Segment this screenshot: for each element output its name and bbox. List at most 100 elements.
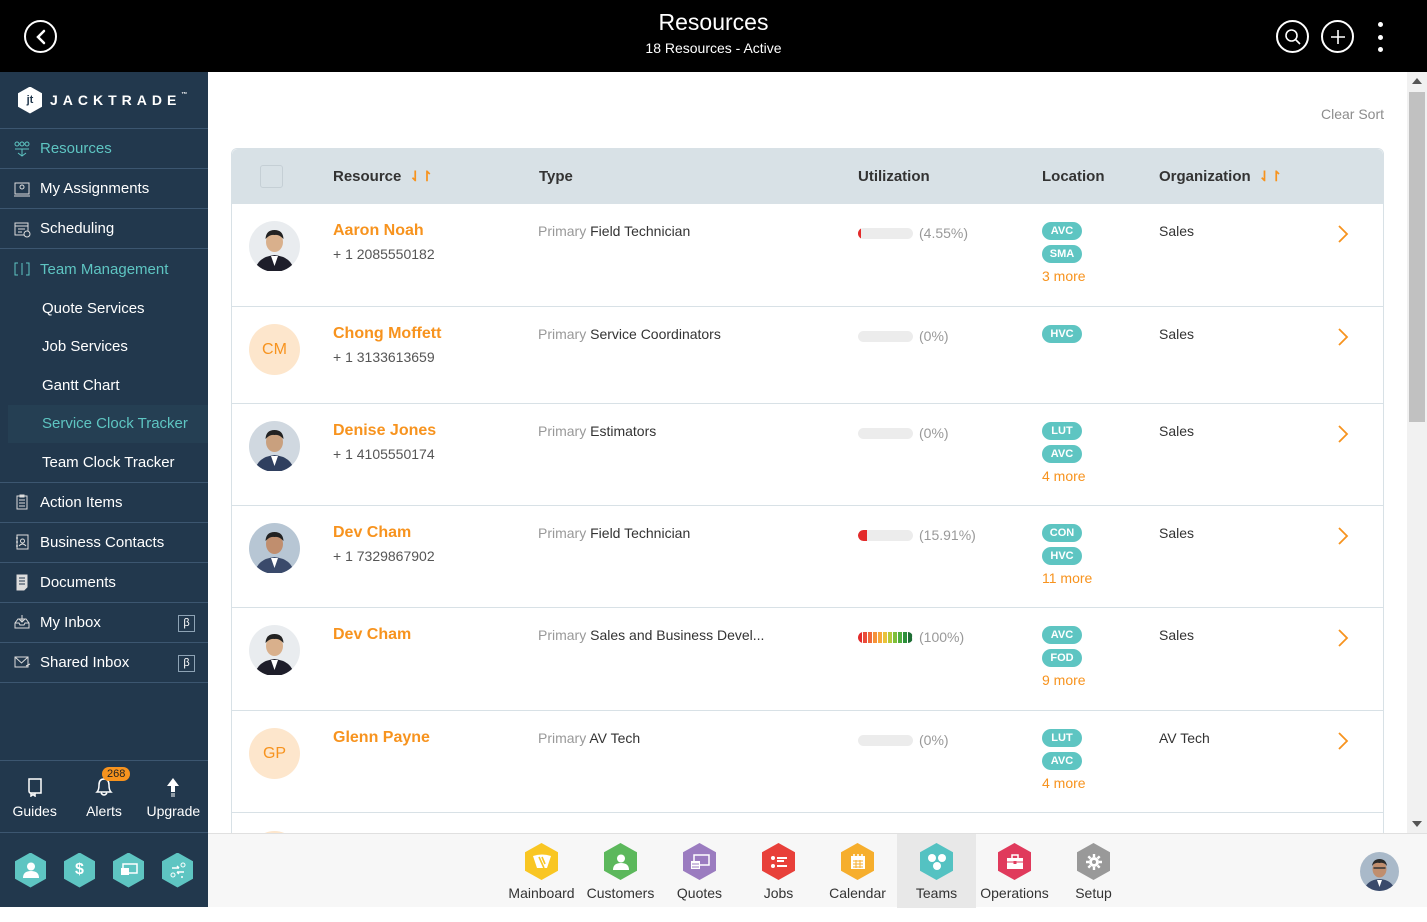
sidebar-subitem-team-clock-tracker[interactable]: Team Clock Tracker bbox=[0, 443, 208, 482]
dock-item-setup[interactable]: Setup bbox=[1054, 834, 1133, 908]
sidebar-subitem-job-services[interactable]: Job Services bbox=[0, 328, 208, 367]
operations-icon bbox=[998, 843, 1031, 880]
more-locations-link[interactable]: 4 more bbox=[1042, 468, 1086, 484]
location-list: AVC FOD 9 more bbox=[1042, 626, 1086, 688]
dock-item-operations[interactable]: Operations bbox=[975, 834, 1054, 908]
alerts-button[interactable]: 268 Alerts bbox=[74, 766, 134, 819]
sidebar-item-my-inbox[interactable]: My Inbox β bbox=[0, 603, 208, 643]
more-locations-link[interactable]: 4 more bbox=[1042, 775, 1086, 791]
table-row[interactable]: CM Chong Moffett + 1 3133613659 Primary … bbox=[232, 306, 1383, 403]
resource-name[interactable]: Aaron Noah bbox=[333, 222, 424, 240]
avatar: CM bbox=[249, 324, 300, 375]
sidebar-item-action-items[interactable]: Action Items bbox=[0, 483, 208, 523]
resource-name[interactable]: Denise Jones bbox=[333, 422, 436, 440]
sidebar-subitem-service-clock-tracker[interactable]: Service Clock Tracker bbox=[8, 404, 208, 443]
scroll-up-button[interactable] bbox=[1407, 72, 1427, 90]
sidebar-item-scheduling[interactable]: Scheduling bbox=[0, 209, 208, 249]
resource-name[interactable]: Dev Cham bbox=[333, 626, 411, 644]
table-row[interactable]: Dev Cham Primary Sales and Business Deve… bbox=[232, 607, 1383, 710]
location-pill[interactable]: LUT bbox=[1042, 729, 1082, 747]
more-locations-link[interactable]: 3 more bbox=[1042, 268, 1086, 284]
logo[interactable]: jt JACKTRADE™ bbox=[0, 72, 208, 129]
dock-item-label: Setup bbox=[1075, 885, 1112, 901]
dock-item-customers[interactable]: Customers bbox=[581, 834, 660, 908]
clear-sort-link[interactable]: Clear Sort bbox=[1321, 106, 1384, 122]
resource-phone: + 1 4105550174 bbox=[333, 446, 435, 462]
search-button[interactable] bbox=[1276, 20, 1309, 53]
row-open-button[interactable] bbox=[1337, 224, 1349, 247]
sidebar-item-business-contacts[interactable]: Business Contacts bbox=[0, 523, 208, 563]
chevron-right-icon bbox=[1338, 629, 1349, 647]
dock-item-teams[interactable]: Teams bbox=[897, 834, 976, 908]
dock-item-mainboard[interactable]: Mainboard bbox=[502, 834, 581, 908]
dock-item-label: Quotes bbox=[676, 885, 723, 901]
workflow-app-button[interactable] bbox=[162, 852, 193, 888]
table-row[interactable]: Dev Cham + 1 7329867902 Primary Field Te… bbox=[232, 505, 1383, 607]
column-header-organization[interactable]: Organization ⇃↾ bbox=[1159, 168, 1282, 185]
location-pill[interactable]: CON bbox=[1042, 524, 1082, 542]
row-open-button[interactable] bbox=[1337, 424, 1349, 447]
location-pill[interactable]: SMA bbox=[1042, 244, 1082, 263]
sidebar-subitem-quote-services[interactable]: Quote Services bbox=[0, 289, 208, 328]
scrollbar-thumb[interactable] bbox=[1409, 92, 1425, 422]
column-header-resource[interactable]: Resource ⇃↾ bbox=[333, 168, 433, 185]
more-locations-link[interactable]: 9 more bbox=[1042, 672, 1086, 688]
vertical-scrollbar[interactable] bbox=[1407, 72, 1427, 833]
resource-name[interactable]: Dev Cham bbox=[333, 524, 411, 542]
dock-item-label: Calendar bbox=[829, 885, 886, 901]
utilization-percent: (4.55%) bbox=[919, 225, 969, 241]
document-icon bbox=[13, 573, 31, 591]
arrow-up-icon bbox=[166, 775, 180, 799]
sidebar-item-documents[interactable]: Documents bbox=[0, 563, 208, 603]
user-avatar[interactable] bbox=[1360, 852, 1399, 891]
table-row[interactable]: GP Glenn Payne Primary AV Tech (0%) LUT A… bbox=[232, 710, 1383, 812]
beta-badge: β bbox=[178, 614, 195, 632]
location-pill[interactable]: AVC bbox=[1042, 751, 1082, 770]
sidebar-item-resources[interactable]: Resources bbox=[0, 129, 208, 169]
utilization-percent: (0%) bbox=[919, 425, 949, 441]
more-menu-button[interactable] bbox=[1372, 22, 1388, 52]
dock-item-jobs[interactable]: Jobs bbox=[739, 834, 818, 908]
money-icon bbox=[120, 863, 138, 875]
location-pill[interactable]: FOD bbox=[1042, 648, 1082, 667]
resource-name[interactable]: Glenn Payne bbox=[333, 729, 430, 747]
location-pill[interactable]: LUT bbox=[1042, 422, 1082, 440]
select-all-checkbox[interactable] bbox=[260, 165, 283, 188]
dock-item-quotes[interactable]: Quotes bbox=[660, 834, 739, 908]
utilization: (15.91%) bbox=[858, 527, 976, 543]
add-button[interactable] bbox=[1321, 20, 1354, 53]
sidebar-item-team-management[interactable]: Team Management bbox=[0, 249, 208, 289]
row-open-button[interactable] bbox=[1337, 526, 1349, 549]
more-locations-link[interactable]: 11 more bbox=[1042, 570, 1092, 586]
row-open-button[interactable] bbox=[1337, 628, 1349, 651]
table-row[interactable]: Denise Jones + 1 4105550174 Primary Esti… bbox=[232, 403, 1383, 505]
location-pill[interactable]: AVC bbox=[1042, 626, 1082, 644]
scroll-down-button[interactable] bbox=[1407, 815, 1427, 833]
dock-item-label: Customers bbox=[586, 885, 655, 901]
location-pill[interactable]: AVC bbox=[1042, 222, 1082, 240]
location-list: LUT AVC 4 more bbox=[1042, 422, 1086, 484]
sidebar-subitem-gantt-chart[interactable]: Gantt Chart bbox=[0, 366, 208, 405]
payments-app-button[interactable] bbox=[113, 852, 144, 888]
resource-name[interactable]: Chong Moffett bbox=[333, 325, 441, 343]
sort-icon[interactable]: ⇃↾ bbox=[1259, 168, 1282, 185]
row-open-button[interactable] bbox=[1337, 327, 1349, 350]
dock-item-calendar[interactable]: Calendar bbox=[818, 834, 897, 908]
utilization: (4.55%) bbox=[858, 225, 968, 241]
sidebar-item-my-assignments[interactable]: My Assignments bbox=[0, 169, 208, 209]
billing-app-button[interactable]: $ bbox=[64, 852, 95, 888]
location-pill[interactable]: HVC bbox=[1042, 546, 1082, 565]
sidebar-item-shared-inbox[interactable]: Shared Inbox β bbox=[0, 643, 208, 683]
guides-button[interactable]: Guides bbox=[5, 775, 65, 819]
inbox-icon bbox=[13, 613, 31, 631]
sort-icon[interactable]: ⇃↾ bbox=[409, 168, 432, 185]
resource-phone: + 1 7329867902 bbox=[333, 548, 435, 564]
location-pill[interactable]: AVC bbox=[1042, 444, 1082, 463]
teams-icon bbox=[920, 843, 953, 880]
type-prefix: Primary bbox=[538, 525, 587, 541]
person-app-button[interactable] bbox=[15, 852, 46, 888]
location-pill[interactable]: HVC bbox=[1042, 325, 1082, 343]
row-open-button[interactable] bbox=[1337, 731, 1349, 754]
table-row[interactable]: Aaron Noah + 1 2085550182 Primary Field … bbox=[232, 204, 1383, 306]
upgrade-button[interactable]: Upgrade bbox=[143, 775, 203, 819]
